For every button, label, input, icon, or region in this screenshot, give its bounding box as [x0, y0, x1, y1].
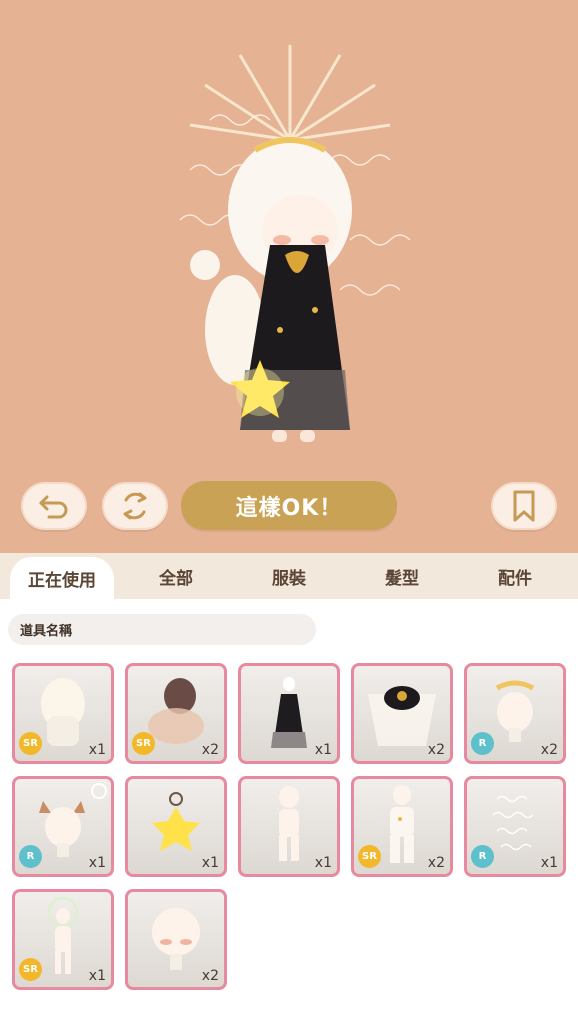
confirm-outfit-button[interactable]: 這樣OK！: [181, 481, 397, 530]
item-quantity: x2: [201, 742, 219, 758]
item-quantity: x1: [88, 968, 106, 984]
item-card[interactable]: x1: [238, 776, 340, 877]
avatar-character: [150, 40, 430, 460]
tab-in-use[interactable]: 正在使用: [10, 557, 114, 600]
avatar-preview: 這樣OK！: [0, 0, 578, 553]
rarity-badge: SR: [19, 958, 42, 981]
item-card[interactable]: SR x2: [351, 776, 453, 877]
item-card[interactable]: x1: [238, 663, 340, 764]
item-card[interactable]: x1: [125, 776, 227, 877]
undo-button[interactable]: [21, 482, 87, 530]
item-quantity: x2: [540, 742, 558, 758]
rarity-badge: SR: [358, 845, 381, 868]
item-quantity: x1: [201, 855, 219, 871]
refresh-cycle-icon: [123, 492, 147, 520]
item-card[interactable]: SR x2: [125, 663, 227, 764]
item-quantity: x1: [314, 855, 332, 871]
item-card[interactable]: x2: [125, 889, 227, 990]
item-card[interactable]: R x2: [464, 663, 566, 764]
category-tabs: 正在使用 全部 服裝 髮型 配件: [0, 553, 578, 600]
item-quantity: x2: [427, 855, 445, 871]
item-card[interactable]: x2: [351, 663, 453, 764]
bookmark-button[interactable]: [491, 482, 557, 530]
item-quantity: x1: [88, 742, 106, 758]
item-quantity: x2: [427, 742, 445, 758]
item-card[interactable]: SR x1: [12, 663, 114, 764]
bookmark-icon: [513, 490, 535, 522]
rarity-badge: R: [471, 845, 494, 868]
undo-arrow-icon: [39, 495, 68, 519]
item-quantity: x1: [540, 855, 558, 871]
tab-accessories[interactable]: 配件: [471, 553, 559, 600]
tabs-divider: [0, 599, 578, 603]
tab-clothing[interactable]: 服裝: [245, 553, 333, 600]
refresh-button[interactable]: [102, 482, 168, 530]
item-quantity: x1: [314, 742, 332, 758]
item-quantity: x1: [88, 855, 106, 871]
rarity-badge: R: [471, 732, 494, 755]
item-card[interactable]: R x1: [464, 776, 566, 877]
tab-all[interactable]: 全部: [132, 553, 220, 600]
item-search-input[interactable]: 道具名稱: [8, 614, 316, 645]
item-card[interactable]: R x1: [12, 776, 114, 877]
item-card[interactable]: SR x1: [12, 889, 114, 990]
item-quantity: x2: [201, 968, 219, 984]
tab-hairstyle[interactable]: 髮型: [358, 553, 446, 600]
rarity-badge: R: [19, 845, 42, 868]
rarity-badge: SR: [132, 732, 155, 755]
rarity-badge: SR: [19, 732, 42, 755]
